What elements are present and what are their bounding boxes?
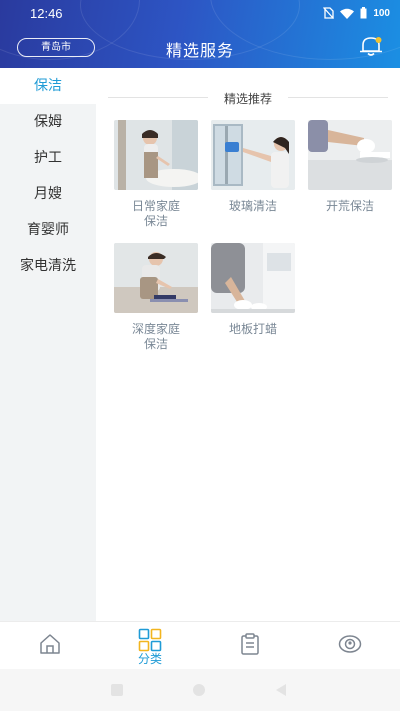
section-header: 精选推荐	[108, 90, 388, 106]
sidebar-item-hugong[interactable]: 护工	[0, 140, 96, 176]
service-photo	[211, 120, 295, 190]
bottom-tab-bar: 分类	[0, 621, 400, 669]
wifi-icon	[340, 8, 355, 19]
service-label: 玻璃清洁	[228, 199, 277, 213]
service-label: 地板打蜡	[228, 322, 277, 336]
sidebar-item-baojie[interactable]: 保洁	[0, 68, 96, 104]
page-title: 精选服务	[165, 41, 234, 60]
service-card-deep-cleaning[interactable]: 深度家庭保洁	[114, 243, 198, 355]
service-card-daily-cleaning[interactable]: 日常家庭保洁	[114, 120, 198, 232]
service-photo	[114, 120, 198, 190]
sidebar-item-jiadian-qingxi[interactable]: 家电清洗	[0, 248, 96, 284]
service-card-glass-cleaning[interactable]: 玻璃清洁	[211, 120, 295, 232]
service-panel: 精选推荐 日常家庭保洁 玻璃清洁 开荒保洁 深度家庭保洁 地板打蜡	[96, 68, 400, 621]
service-photo	[114, 243, 198, 313]
clipboard-icon	[241, 633, 259, 655]
tab-home[interactable]	[0, 622, 100, 670]
status-time: 12:46	[30, 6, 63, 21]
sidebar-item-yuyingshi[interactable]: 育婴师	[0, 212, 96, 248]
service-label: 开荒保洁	[325, 199, 374, 213]
sidebar-item-baomu[interactable]: 保姆	[0, 104, 96, 140]
nav-home-icon[interactable]	[192, 683, 206, 697]
nav-recents-icon[interactable]	[110, 683, 124, 697]
service-card-floor-waxing[interactable]: 地板打蜡	[211, 243, 295, 355]
nav-back-icon[interactable]	[274, 683, 288, 697]
app-header: 12:46 100 青岛市 精选服务	[0, 0, 400, 68]
service-photo	[211, 243, 295, 313]
sidebar-item-yuesao[interactable]: 月嫂	[0, 176, 96, 212]
tab-profile[interactable]	[300, 622, 400, 670]
category-grid-icon	[138, 628, 162, 652]
home-icon	[40, 634, 60, 654]
status-bar: 12:46 100	[0, 0, 400, 28]
service-photo	[308, 120, 392, 190]
sim-off-icon	[323, 7, 335, 19]
profile-icon	[338, 635, 362, 653]
system-nav-bar	[0, 669, 400, 711]
service-label: 日常家庭保洁	[131, 199, 180, 228]
battery-level: 100	[373, 7, 390, 19]
service-label: 深度家庭保洁	[131, 322, 180, 351]
notification-bell-icon[interactable]	[358, 35, 384, 57]
category-sidebar: 保洁 保姆 护工 月嫂 育婴师 家电清洗	[0, 68, 96, 621]
tab-category-label: 分类	[137, 652, 162, 666]
service-card-post-renovation-cleaning[interactable]: 开荒保洁	[308, 120, 392, 232]
battery-icon	[360, 7, 367, 19]
section-title: 精选推荐	[217, 92, 278, 106]
tab-category[interactable]: 分类	[100, 622, 200, 670]
tab-orders[interactable]	[200, 622, 300, 670]
